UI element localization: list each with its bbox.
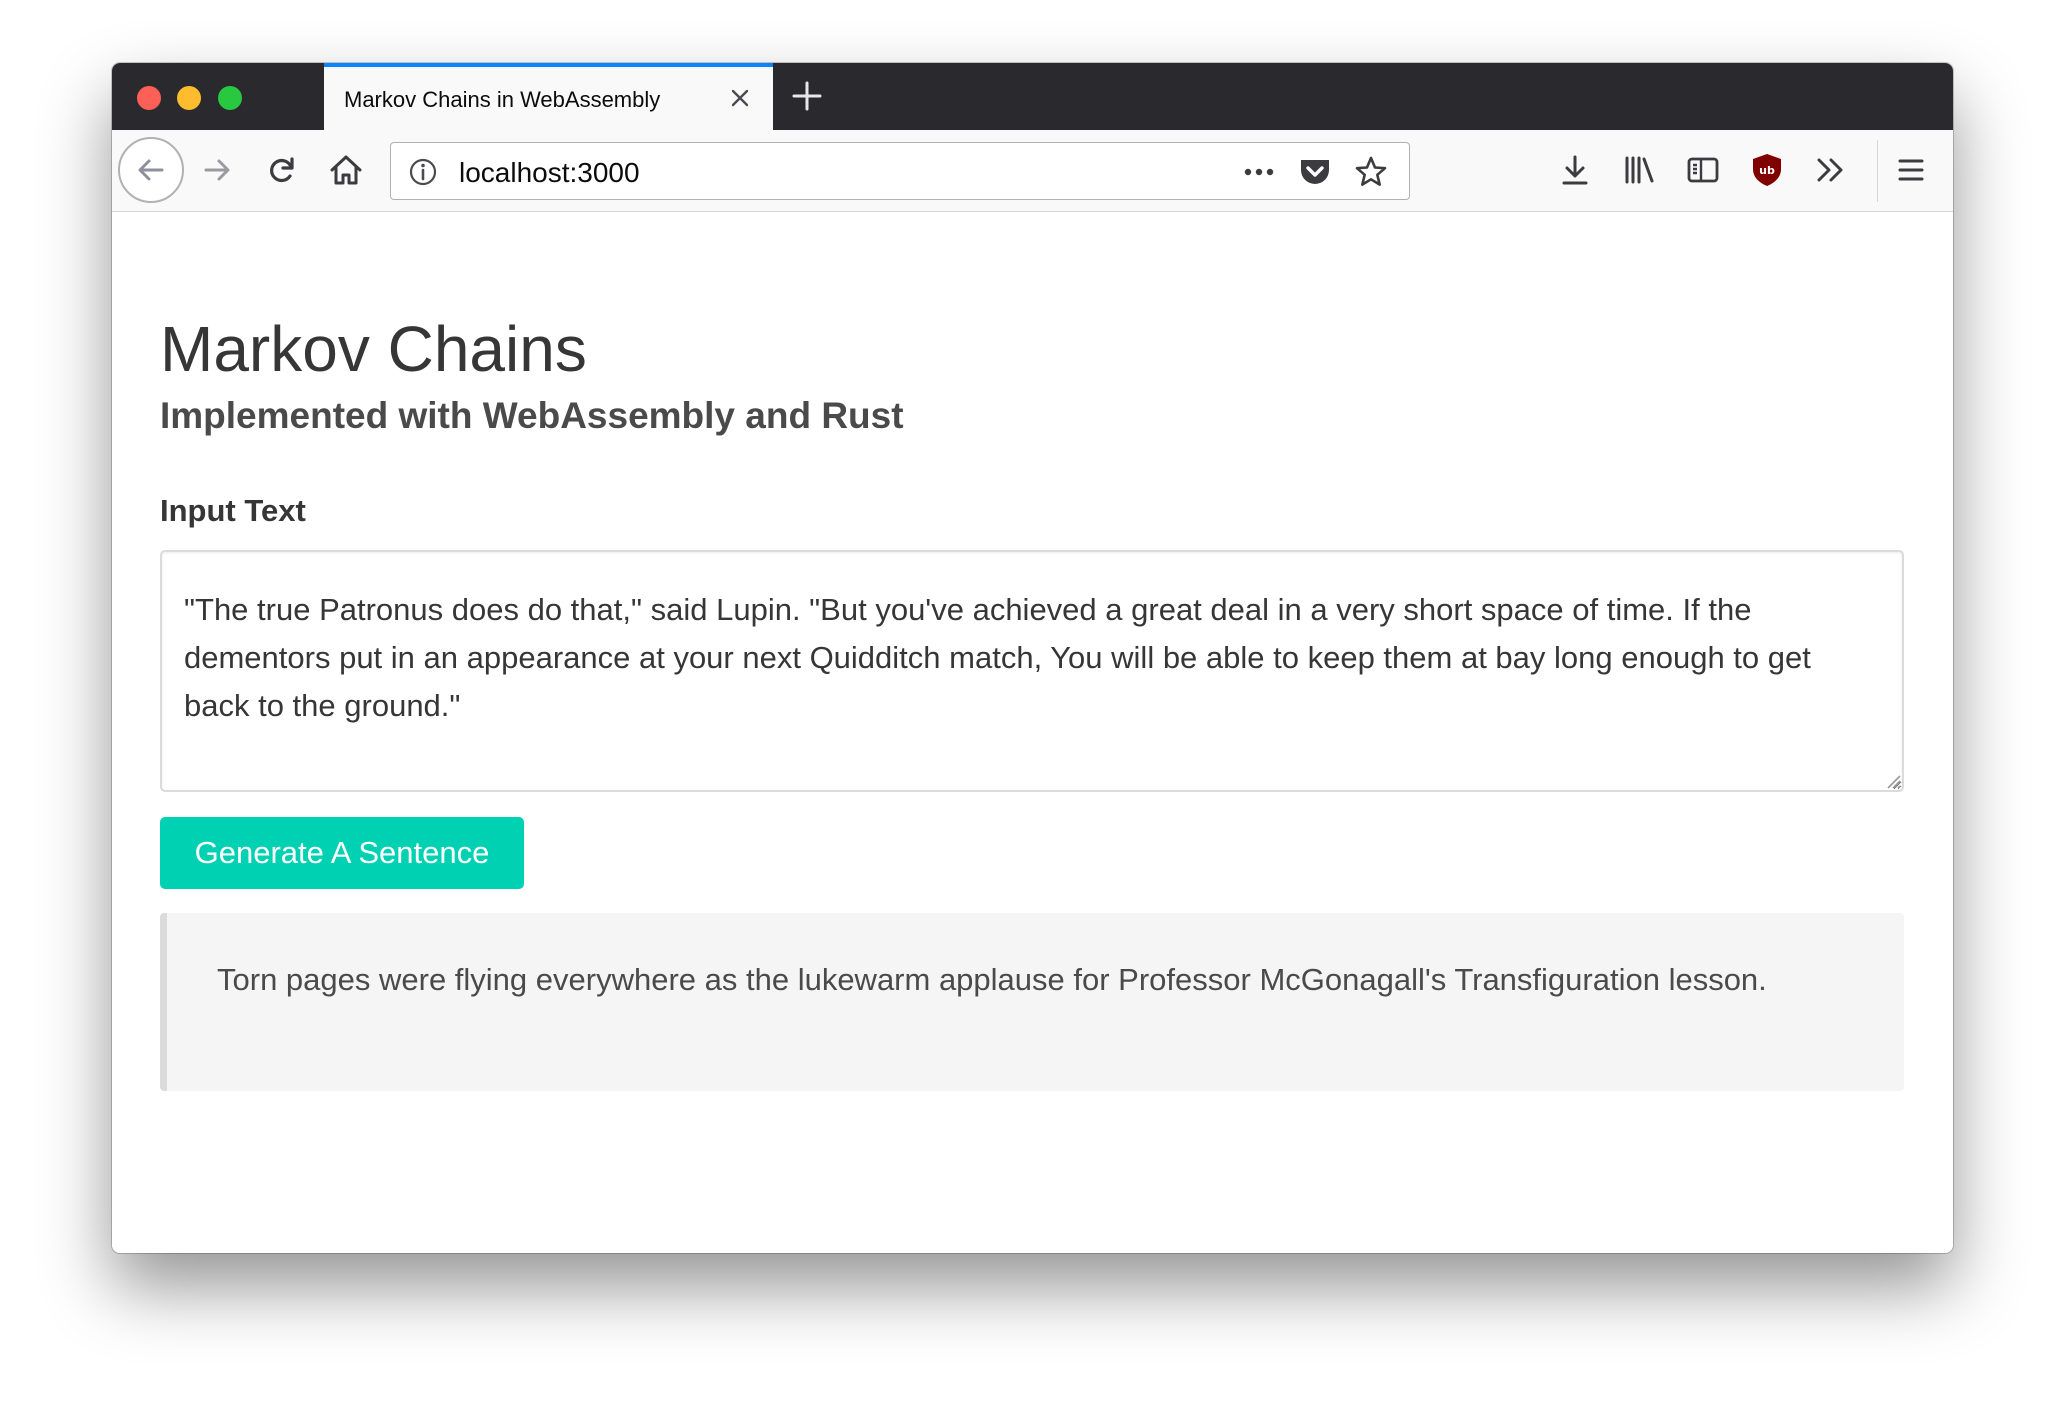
svg-text:ub: ub [1759,164,1775,177]
info-icon[interactable] [407,156,439,193]
page-subtitle: Implemented with WebAssembly and Rust [160,395,904,436]
bookmark-star-icon[interactable] [1353,154,1389,195]
ublock-icon[interactable]: ub [1747,150,1787,190]
pocket-icon[interactable] [1297,154,1333,195]
input-text-label: Input Text [160,493,306,528]
plus-icon[interactable] [787,76,827,116]
hamburger-menu-icon[interactable] [1891,150,1931,190]
page-title: Markov Chains [160,313,587,385]
download-icon[interactable] [1555,150,1595,190]
generated-sentence-output: Torn pages were flying everywhere as the… [160,913,1904,1091]
library-icon[interactable] [1619,150,1659,190]
page-actions-icon[interactable] [1241,156,1277,193]
tab-strip: Markov Chains in WebAssembly [112,63,1953,130]
reload-icon[interactable] [262,150,302,190]
generated-sentence-text: Torn pages were flying everywhere as the… [217,962,1767,997]
toolbar-separator [1877,140,1878,202]
minimize-window-button[interactable] [177,86,201,110]
home-icon[interactable] [326,150,366,190]
close-window-button[interactable] [137,86,161,110]
sidebar-icon[interactable] [1683,150,1723,190]
page-content: Markov Chains Implemented with WebAssemb… [112,212,1953,1253]
browser-window: Markov Chains in WebAssembly localhost:3… [112,63,1953,1253]
tab-active[interactable]: Markov Chains in WebAssembly [324,63,773,130]
tab-title: Markov Chains in WebAssembly [344,87,661,112]
back-button[interactable] [118,137,184,203]
close-icon[interactable] [725,83,755,113]
nav-toolbar: localhost:3000 ub [112,130,1953,212]
forward-arrow-icon[interactable] [198,150,238,190]
generate-sentence-button[interactable]: Generate A Sentence [160,817,524,889]
zoom-window-button[interactable] [218,86,242,110]
overflow-chevrons-icon[interactable] [1811,150,1851,190]
url-text[interactable]: localhost:3000 [459,157,640,189]
input-text-area[interactable]: "The true Patronus does do that," said L… [160,550,1904,792]
url-bar[interactable]: localhost:3000 [390,142,1410,200]
resize-grip-icon[interactable] [1882,770,1902,790]
back-arrow-icon [138,159,164,181]
